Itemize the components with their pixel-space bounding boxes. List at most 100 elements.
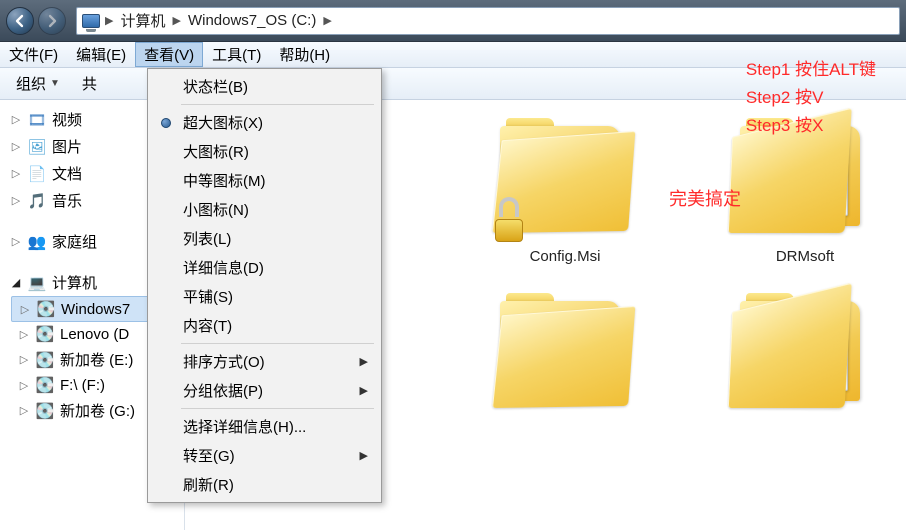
menu-medium-icons[interactable]: 中等图标(M)	[151, 166, 378, 195]
menu-sort-by[interactable]: 排序方式(O) ▶	[151, 347, 378, 376]
forward-button[interactable]	[38, 7, 66, 35]
video-icon: 🎞	[27, 111, 47, 129]
folder-icon	[730, 118, 880, 238]
menu-item-label: 内容(T)	[183, 315, 232, 336]
toolbar: 组织 ▼ 共	[0, 68, 906, 100]
menu-item-label: 大图标(R)	[183, 141, 249, 162]
drive-icon: 💽	[35, 402, 55, 420]
drive-icon: 💽	[36, 300, 56, 318]
menu-item-label: 中等图标(M)	[183, 170, 266, 191]
pictures-icon: 🖼	[27, 138, 47, 156]
expand-icon: ▷	[18, 404, 30, 417]
menu-go-to[interactable]: 转至(G)▶	[151, 441, 378, 470]
submenu-arrow-icon: ▶	[360, 384, 368, 397]
organize-label: 组织	[16, 73, 46, 94]
sidebar-item-label: 家庭组	[52, 231, 97, 252]
music-icon: 🎵	[27, 192, 47, 210]
menu-item-label: 详细信息(D)	[183, 257, 264, 278]
menu-large-icons[interactable]: 大图标(R)	[151, 137, 378, 166]
organize-button[interactable]: 组织 ▼	[8, 70, 68, 97]
menu-help[interactable]: 帮助(H)	[270, 42, 339, 67]
drive-icon: 💽	[35, 351, 55, 369]
folder-item[interactable]	[725, 293, 885, 421]
breadcrumb-separator-icon: ▶	[105, 14, 113, 27]
menu-choose-details[interactable]: 选择详细信息(H)...	[151, 412, 378, 441]
expand-icon: ▷	[18, 328, 30, 341]
sidebar-item-label: Windows7	[61, 301, 130, 318]
folder-icon	[730, 293, 880, 413]
menu-tools[interactable]: 工具(T)	[203, 42, 270, 67]
submenu-arrow-icon: ▶	[360, 355, 368, 368]
homegroup-icon: 👥	[27, 233, 47, 251]
folder-label: Config.Msi	[530, 248, 601, 265]
folder-config-msi[interactable]: Config.Msi	[475, 118, 655, 265]
menu-list[interactable]: 列表(L)	[151, 224, 378, 253]
submenu-arrow-icon: ▶	[360, 449, 368, 462]
menu-item-label: 分组依据(P)	[183, 380, 263, 401]
menu-item-label: 列表(L)	[183, 228, 231, 249]
drive-icon: 💽	[35, 376, 55, 394]
chevron-down-icon: ▼	[50, 78, 60, 89]
menu-small-icons[interactable]: 小图标(N)	[151, 195, 378, 224]
expand-icon: ▷	[10, 235, 22, 248]
arrow-right-icon	[45, 14, 59, 28]
menu-file[interactable]: 文件(F)	[0, 42, 67, 67]
expand-icon: ▷	[10, 113, 22, 126]
menu-separator	[181, 343, 374, 344]
expand-icon: ▷	[18, 379, 30, 392]
sidebar-item-label: Lenovo (D	[60, 326, 129, 343]
sidebar-item-label: 新加卷 (G:)	[60, 400, 135, 421]
sidebar-item-label: 图片	[52, 136, 82, 157]
menu-status-bar[interactable]: 状态栏(B)	[151, 72, 378, 101]
breadcrumb-separator-icon: ▶	[323, 14, 331, 27]
menu-item-label: 超大图标(X)	[183, 112, 263, 133]
menu-edit[interactable]: 编辑(E)	[67, 42, 135, 67]
breadcrumb-computer[interactable]: 计算机	[117, 9, 168, 32]
folder-icon	[490, 293, 640, 413]
menu-item-label: 刷新(R)	[183, 474, 234, 495]
menu-item-label: 选择详细信息(H)...	[183, 416, 306, 437]
menu-details[interactable]: 详细信息(D)	[151, 253, 378, 282]
expand-icon: ▷	[19, 303, 31, 316]
back-button[interactable]	[6, 7, 34, 35]
menu-separator	[181, 408, 374, 409]
navigation-bar: ▶ 计算机 ▶ Windows7_OS (C:) ▶	[0, 0, 906, 42]
menu-group-by[interactable]: 分组依据(P) ▶	[151, 376, 378, 405]
menu-tiles[interactable]: 平铺(S)	[151, 282, 378, 311]
menu-item-label: 小图标(N)	[183, 199, 249, 220]
lock-icon	[488, 194, 530, 242]
breadcrumb-separator-icon: ▶	[172, 14, 180, 27]
documents-icon: 📄	[27, 165, 47, 183]
sidebar-item-label: 文档	[52, 163, 82, 184]
collapse-icon: ◢	[10, 276, 22, 289]
expand-icon: ▷	[10, 194, 22, 207]
menu-content[interactable]: 内容(T)	[151, 311, 378, 340]
radio-selected-icon	[161, 118, 171, 128]
folder-item[interactable]	[475, 293, 655, 421]
arrow-left-icon	[13, 14, 27, 28]
computer-icon	[81, 12, 101, 30]
expand-icon: ▷	[10, 140, 22, 153]
folder-drmsoft[interactable]: DRMsoft	[725, 118, 885, 265]
breadcrumb-drive-c[interactable]: Windows7_OS (C:)	[185, 11, 319, 30]
menu-bar: 文件(F) 编辑(E) 查看(V) 工具(T) 帮助(H)	[0, 42, 906, 68]
drive-icon: 💽	[35, 325, 55, 343]
folder-label: DRMsoft	[776, 248, 834, 265]
folder-icon	[490, 118, 640, 238]
sidebar-item-label: 音乐	[52, 190, 82, 211]
sidebar-item-label: 计算机	[52, 272, 97, 293]
menu-extra-large-icons[interactable]: 超大图标(X)	[151, 108, 378, 137]
content-area: ▷🎞视频 ▷🖼图片 ▷📄文档 ▷🎵音乐 ▷👥家庭组 ◢💻计算机 ▷💽Window…	[0, 100, 906, 530]
expand-icon: ▷	[10, 167, 22, 180]
menu-item-label: 状态栏(B)	[183, 76, 248, 97]
menu-item-label: 平铺(S)	[183, 286, 233, 307]
share-button[interactable]: 共	[74, 70, 105, 97]
sidebar-item-label: 新加卷 (E:)	[60, 349, 133, 370]
menu-refresh[interactable]: 刷新(R)	[151, 470, 378, 499]
menu-separator	[181, 104, 374, 105]
sidebar-item-label: F:\ (F:)	[60, 377, 105, 394]
computer-icon: 💻	[27, 274, 47, 292]
menu-view[interactable]: 查看(V)	[135, 42, 203, 67]
menu-item-label: 排序方式(O)	[183, 351, 265, 372]
address-bar[interactable]: ▶ 计算机 ▶ Windows7_OS (C:) ▶	[76, 7, 900, 35]
